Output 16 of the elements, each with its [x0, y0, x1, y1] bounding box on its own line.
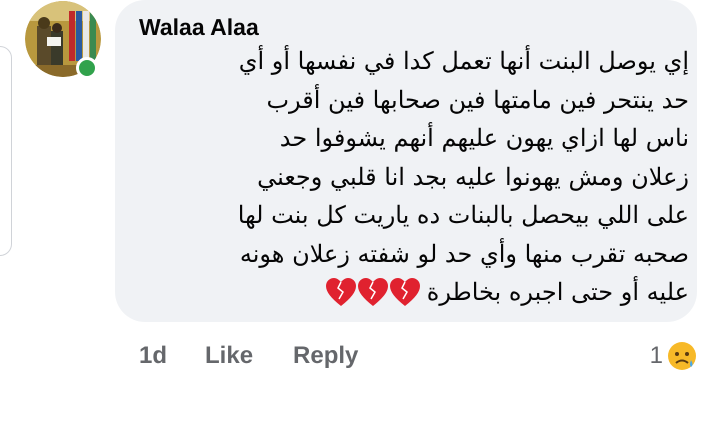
- reply-link[interactable]: Reply: [293, 338, 358, 374]
- broken-heart-icon: [356, 277, 389, 308]
- broken-heart-icon: [388, 277, 421, 308]
- crying-face-icon[interactable]: [667, 340, 697, 370]
- broken-heart-icon: [324, 277, 357, 308]
- author-name[interactable]: Walaa Alaa: [139, 12, 259, 42]
- comment-text-line: على اللي بيحصل بالبنات ده ياريت كل بنت لها: [238, 200, 689, 231]
- comment-text-line: زعلان ومش يهونوا عليه بجد انا قلبي وجعني: [257, 162, 689, 193]
- like-link[interactable]: Like: [205, 338, 254, 374]
- comment-time[interactable]: 1d: [139, 338, 168, 374]
- comment-text-line: صحبه تقرب منها وأي حد لو شفته زعلان هونه: [240, 237, 689, 270]
- comment-text-line: حد ينتحر فين مامتها فين صحابها فين أقرب: [266, 83, 689, 116]
- comment-text-line: ناس لها ازاي يهون عليهم أنهم يشوفوا حد: [280, 121, 689, 154]
- comment-text-line: عليه أو حتى اجبره بخاطرة: [426, 275, 689, 308]
- reaction-count: 1: [650, 340, 663, 370]
- comment-text-line: إي يوصل البنت أنها تعمل كدا في نفسها أو أي: [238, 44, 689, 77]
